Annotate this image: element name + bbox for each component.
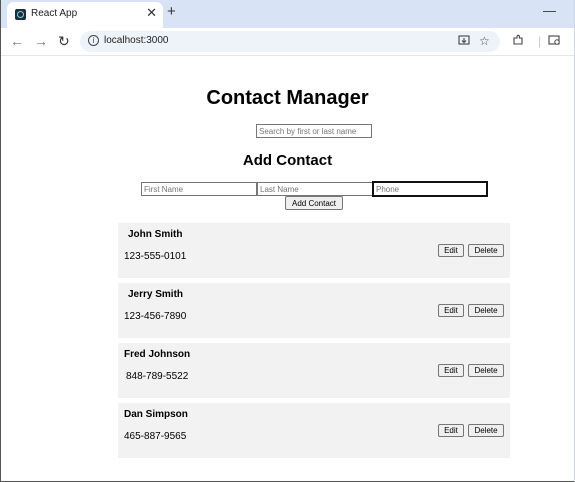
back-icon[interactable]: ← xyxy=(10,33,24,49)
browser-toolbar: ← → ↻ i localhost:3000 ☆ | xyxy=(1,28,574,56)
new-tab-button[interactable]: + xyxy=(167,4,176,20)
contact-card: Jerry Smith 123-456-7890 Edit Delete xyxy=(118,283,510,338)
contact-phone: 465-887-9565 xyxy=(124,431,187,442)
edit-button[interactable]: Edit xyxy=(438,304,464,317)
forward-icon[interactable]: → xyxy=(34,33,48,49)
delete-button[interactable]: Delete xyxy=(468,244,504,257)
contact-name: John Smith xyxy=(128,229,183,240)
contact-name: Jerry Smith xyxy=(128,289,184,300)
contact-card: Fred Johnson 848-789-5522 Edit Delete xyxy=(118,343,510,398)
phone-field[interactable] xyxy=(372,181,488,197)
browser-window: React App ✕ + — ← → ↻ i localhost:3000 ☆… xyxy=(0,0,575,482)
contact-card: John Smith 123-555-0101 Edit Delete xyxy=(118,223,510,278)
delete-button[interactable]: Delete xyxy=(468,424,504,437)
tab-title: React App xyxy=(31,8,78,19)
delete-button[interactable]: Delete xyxy=(468,364,504,377)
url-text[interactable]: localhost:3000 xyxy=(104,35,169,46)
contact-phone: 123-456-7890 xyxy=(124,311,187,322)
address-bar[interactable]: i localhost:3000 ☆ xyxy=(80,31,500,52)
page-content: Contact Manager Add Contact Add Contact … xyxy=(1,57,574,481)
info-icon[interactable]: i xyxy=(88,35,99,46)
extensions-icon[interactable] xyxy=(512,34,524,49)
contact-card: Dan Simpson 465-887-9565 Edit Delete xyxy=(118,403,510,458)
first-name-field[interactable] xyxy=(141,182,257,196)
edit-button[interactable]: Edit xyxy=(438,244,464,257)
search-input[interactable] xyxy=(256,124,372,138)
contact-name: Dan Simpson xyxy=(124,409,188,420)
react-favicon-icon xyxy=(15,9,26,20)
edit-button[interactable]: Edit xyxy=(438,364,464,377)
tab-react-app[interactable]: React App ✕ xyxy=(7,2,163,28)
last-name-field[interactable] xyxy=(257,182,373,196)
edit-button[interactable]: Edit xyxy=(438,424,464,437)
add-contact-heading: Add Contact xyxy=(242,152,333,169)
minimize-button[interactable]: — xyxy=(543,3,556,18)
delete-button[interactable]: Delete xyxy=(468,304,504,317)
tab-close-icon[interactable]: ✕ xyxy=(146,6,157,20)
toolbar-divider: | xyxy=(538,34,542,48)
contact-phone: 848-789-5522 xyxy=(126,371,189,382)
bookmark-star-icon[interactable]: ☆ xyxy=(479,34,490,48)
contact-name: Fred Johnson xyxy=(124,349,191,360)
add-contact-button[interactable]: Add Contact xyxy=(285,196,343,210)
tab-strip: React App ✕ + — xyxy=(1,0,574,28)
install-app-icon[interactable] xyxy=(458,34,470,49)
profile-icon[interactable] xyxy=(548,34,561,49)
reload-icon[interactable]: ↻ xyxy=(58,33,70,49)
contact-phone: 123-555-0101 xyxy=(124,251,187,262)
page-title: Contact Manager xyxy=(206,87,369,109)
